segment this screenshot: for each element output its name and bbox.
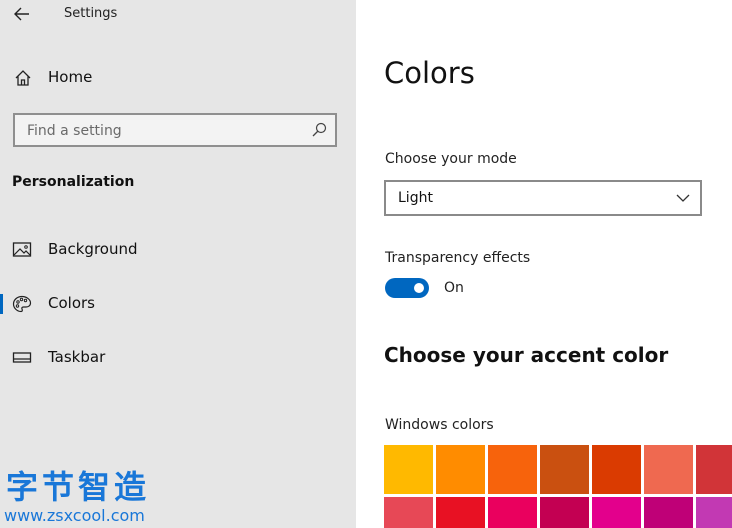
color-swatch[interactable] [592,497,641,528]
sidebar-item-label: Home [48,68,93,86]
color-swatch[interactable] [384,445,433,494]
sidebar-item-home[interactable]: Home [0,60,356,96]
search-field[interactable] [13,113,337,147]
color-swatch[interactable] [696,445,732,494]
mode-dropdown-value: Light [398,190,433,206]
search-icon[interactable] [311,122,327,138]
sidebar: Settings Home Personalization Background [0,0,356,528]
palette-icon [12,295,32,313]
sidebar-item-taskbar[interactable]: Taskbar [0,338,356,378]
section-heading: Personalization [12,174,135,190]
windows-colors-label: Windows colors [385,417,494,433]
color-swatch[interactable] [488,497,537,528]
title-bar: Settings [0,0,356,30]
image-icon [12,242,32,257]
taskbar-icon [12,352,32,363]
watermark-text: 字节智造 [6,468,151,506]
watermark-url: www.zsxcool.com [4,506,145,525]
back-button[interactable] [10,2,34,26]
sidebar-item-label: Taskbar [48,348,106,366]
color-swatch[interactable] [384,497,433,528]
color-swatch[interactable] [696,497,732,528]
color-swatch[interactable] [540,497,589,528]
color-swatch[interactable] [436,497,485,528]
toggle-knob [414,283,424,293]
mode-label: Choose your mode [385,151,517,167]
sidebar-item-background[interactable]: Background [0,230,356,270]
transparency-toggle[interactable] [385,278,429,298]
accent-heading: Choose your accent color [384,343,669,367]
sidebar-item-colors[interactable]: Colors [0,284,356,324]
transparency-label: Transparency effects [385,250,531,266]
color-swatch[interactable] [436,445,485,494]
mode-dropdown[interactable]: Light [384,180,702,216]
search-input[interactable] [25,119,299,143]
sidebar-item-label: Background [48,240,138,258]
page-title: Colors [384,56,475,90]
settings-window: Settings Home Personalization Background [0,0,732,528]
watermark-logo: 字节智造 www.zsxcool.com [4,462,179,528]
chevron-down-icon [676,194,690,202]
color-swatch-grid [384,445,732,528]
back-arrow-icon [14,7,29,21]
toggle-state-label: On [444,280,464,296]
color-swatch[interactable] [644,445,693,494]
main-content: Colors Choose your mode Light Transparen… [356,0,732,528]
color-swatch[interactable] [488,445,537,494]
color-swatch[interactable] [644,497,693,528]
sidebar-item-label: Colors [48,294,95,312]
app-title: Settings [64,6,118,21]
color-swatch[interactable] [540,445,589,494]
color-swatch[interactable] [592,445,641,494]
home-icon [15,70,31,86]
